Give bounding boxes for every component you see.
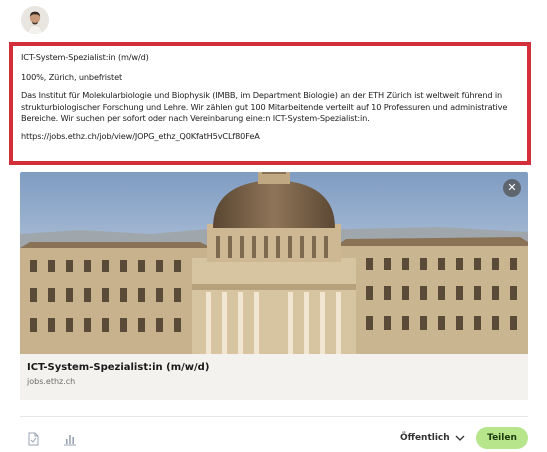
post-workload: 100%, Zürich, unbefristet: [21, 71, 123, 82]
remove-preview-button[interactable]: ✕: [503, 179, 521, 197]
post-button[interactable]: Teilen: [476, 427, 528, 449]
link-preview-card[interactable]: ✕ ICT-System-Spezialist:in (m/w/d) jobs.…: [20, 172, 528, 400]
post-text-editor[interactable]: ICT-System-Spezialist:in (m/w/d) 100%, Z…: [9, 42, 531, 165]
footer-divider: [20, 416, 528, 417]
chart-icon[interactable]: [63, 432, 77, 446]
user-avatar[interactable]: [21, 6, 49, 34]
chevron-down-icon[interactable]: [454, 433, 466, 443]
visibility-dropdown[interactable]: Öffentlich: [400, 433, 450, 443]
post-job-title: ICT-System-Spezialist:in (m/w/d): [21, 52, 149, 62]
link-preview-image: [20, 172, 528, 354]
link-preview-domain: jobs.ethz.ch: [27, 377, 76, 386]
close-icon: ✕: [507, 181, 517, 194]
post-url: https://jobs.ethz.ch/job/view/JOPG_ethz_…: [21, 130, 260, 141]
link-preview-title: ICT-System-Spezialist:in (m/w/d): [27, 362, 210, 373]
post-description: Das Institut für Molekularbiologie und B…: [21, 90, 508, 124]
document-icon[interactable]: [26, 432, 40, 446]
